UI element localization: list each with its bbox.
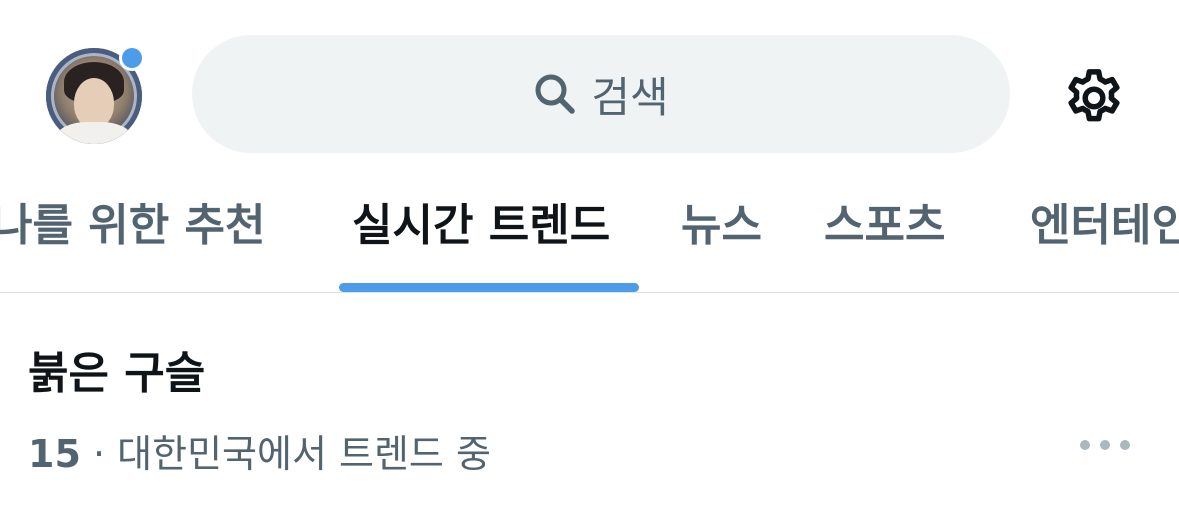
explore-tabs: 나를 위한 추천 실시간 트렌드 뉴스 스포츠 엔터테인 [0, 170, 1179, 292]
profile-avatar-button[interactable] [46, 48, 142, 144]
trend-meta: 15 · 대한민국에서 트렌드 중 [28, 423, 491, 478]
more-options-button[interactable] [1080, 431, 1130, 459]
trend-context: 대한민국에서 트렌드 중 [117, 432, 491, 476]
more-icon [1080, 440, 1090, 450]
active-tab-indicator [339, 283, 639, 292]
trend-separator: · [92, 432, 106, 476]
trend-rank: 15 [28, 432, 81, 476]
tab-sports[interactable]: 스포츠 [824, 196, 945, 256]
search-input[interactable]: 검색 [192, 35, 1010, 153]
gear-icon [1068, 69, 1120, 122]
settings-button[interactable] [1060, 64, 1128, 132]
search-icon [535, 74, 576, 114]
top-bar: 검색 [0, 0, 1179, 170]
tab-for-you[interactable]: 나를 위한 추천 [0, 196, 266, 256]
tab-trending[interactable]: 실시간 트렌드 [352, 196, 610, 256]
tab-entertainment[interactable]: 엔터테인 [1030, 196, 1179, 256]
search-placeholder: 검색 [591, 72, 669, 122]
tab-news[interactable]: 뉴스 [681, 196, 762, 256]
trend-item[interactable]: 붉은 구슬 15 · 대한민국에서 트렌드 중 [0, 293, 1179, 524]
notification-dot [122, 48, 142, 68]
trend-title: 붉은 구슬 [28, 348, 206, 399]
